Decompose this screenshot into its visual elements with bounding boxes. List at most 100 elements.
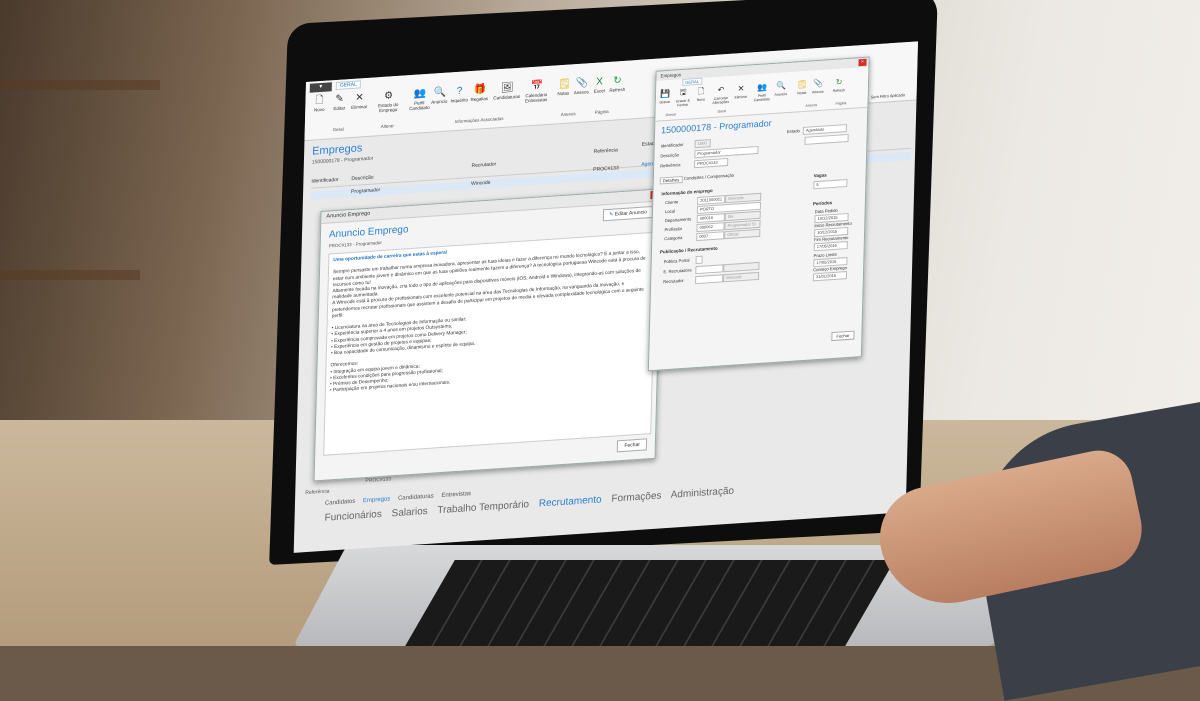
module-salarios[interactable]: Salarios bbox=[391, 506, 427, 519]
announce-button[interactable]: 🔍 Anúncio bbox=[429, 86, 449, 105]
estado-select[interactable]: Agendado bbox=[802, 124, 847, 136]
announce-icon: 🔍 bbox=[433, 86, 447, 99]
applications-button[interactable]: 🖼 Candidaturas bbox=[493, 82, 520, 100]
delete-button[interactable]: ✕ Eliminar bbox=[349, 92, 369, 110]
descricao-label: Descrição bbox=[660, 152, 680, 159]
gift-button[interactable]: 🎁 Regalias bbox=[469, 84, 489, 102]
close-dialog-button[interactable]: Fechar bbox=[831, 330, 855, 342]
nav-empregos[interactable]: Empregos bbox=[363, 496, 391, 504]
survey-button[interactable]: ? Inquérito bbox=[449, 85, 469, 104]
recrutadora-name-field bbox=[723, 261, 760, 273]
announce-icon: 🔍 bbox=[775, 81, 787, 91]
column-header[interactable]: Descrição bbox=[351, 175, 373, 182]
edit-icon: ✎ bbox=[335, 93, 344, 106]
module-recrutamento[interactable]: Recrutamento bbox=[539, 494, 602, 509]
profile-button[interactable]: 👥 Perfil Candidato bbox=[409, 88, 430, 111]
save-close-icon: 🖫 bbox=[679, 87, 687, 98]
cancel-changes-button[interactable]: ↶ Cancelar Alterações bbox=[710, 84, 733, 105]
close-button[interactable]: × bbox=[858, 58, 867, 67]
attach-icon: 📎 bbox=[812, 78, 824, 89]
profile-icon: 👥 bbox=[413, 87, 427, 100]
tab-detalhes[interactable]: Detalhes bbox=[659, 175, 683, 185]
fim-field[interactable]: 17/05/2016 bbox=[813, 241, 848, 252]
refresh-button[interactable]: ↻ Refresh bbox=[830, 76, 848, 93]
delete-button[interactable]: ✕ Eliminar bbox=[732, 82, 750, 100]
publica-label: Pública Portal bbox=[663, 257, 690, 265]
cell-recruiter: Wincode bbox=[470, 179, 491, 188]
new-doc-icon: 🗋 bbox=[315, 94, 324, 107]
save-button[interactable]: 💾 Gravar bbox=[656, 88, 674, 105]
detail-heading: 1500000178 - Programador bbox=[660, 118, 772, 136]
status-button[interactable]: ⚙ Estado do Emprego bbox=[375, 90, 402, 114]
cliente-label: Cliente bbox=[665, 199, 679, 206]
group-label: Geral bbox=[717, 109, 727, 114]
column-header[interactable]: Referência bbox=[594, 147, 618, 155]
column-header[interactable]: Recrutador bbox=[471, 161, 496, 169]
attach-button[interactable]: 📎 Anexos bbox=[810, 77, 826, 95]
categoria-code-field[interactable]: 0007 bbox=[696, 231, 725, 242]
applications-icon: 🖼 bbox=[500, 82, 514, 95]
descricao-field[interactable]: Programador bbox=[694, 145, 759, 159]
survey-icon: ? bbox=[456, 85, 463, 97]
edit-button[interactable]: ✎ Editar bbox=[329, 93, 349, 111]
app-screen: ▾ GERAL 🗋 Novo ✎ Editar ✕ Eliminar ⚙ Estado … bbox=[293, 41, 918, 553]
vagas-field[interactable]: 5 bbox=[813, 179, 848, 190]
profile-button[interactable]: 👥 Perfil Candidato bbox=[752, 81, 773, 102]
calendar-button[interactable]: 📅 Calendário Entrevistas bbox=[523, 80, 550, 104]
announce-button[interactable]: 🔍 Anúncio bbox=[772, 80, 790, 97]
vagas-label: Vagas bbox=[813, 172, 827, 179]
publica-checkbox[interactable] bbox=[695, 255, 703, 265]
app-menu-button[interactable]: ▾ bbox=[309, 82, 332, 93]
group-label: Informações Associadas bbox=[454, 115, 504, 125]
new-button[interactable]: 🗋 Novo bbox=[309, 94, 329, 113]
profissao-label: Profissão bbox=[664, 226, 683, 233]
edit-announcement-button[interactable]: ✎ Editar Anuncio bbox=[602, 205, 654, 222]
footer-reference-value: PROC#133 bbox=[365, 476, 392, 485]
announcement-text[interactable]: Uma oportunidade de carreira que estás à… bbox=[323, 231, 657, 456]
emprego-detail-dialog: Empregos × GERAL 💾 Gravar 🖫 Gravar & Fecha… bbox=[647, 56, 870, 372]
tab-geral[interactable]: GERAL bbox=[335, 80, 361, 91]
identificador-field[interactable]: 1500 bbox=[694, 139, 711, 149]
identificador-label: Identificador bbox=[660, 141, 684, 149]
dialog-reference: PROC#133 - Programador bbox=[328, 239, 383, 249]
recrutador-code-field[interactable] bbox=[695, 274, 724, 285]
recrutador-label: Recrutador bbox=[663, 277, 684, 285]
group-label: Página bbox=[594, 108, 609, 115]
new-doc-icon: 🗋 bbox=[697, 86, 705, 96]
module-navigation: Funcionários Salarios Trabalho Temporári… bbox=[324, 485, 741, 524]
group-label: Geral bbox=[332, 126, 344, 133]
refresh-icon: ↻ bbox=[613, 75, 622, 87]
comeco-field[interactable]: 31/01/2015 bbox=[812, 271, 848, 282]
delete-icon: ✕ bbox=[737, 83, 745, 94]
anuncio-dialog: Anuncio Emprego × Anuncio Emprego PROC#1… bbox=[313, 188, 663, 482]
categoria-name-field: Oficial bbox=[724, 228, 761, 240]
column-header[interactable]: Identificador bbox=[311, 177, 338, 185]
cell-reference: PROC#133 bbox=[593, 165, 619, 173]
nav-candidaturas[interactable]: Candidaturas bbox=[398, 494, 434, 502]
delete-icon: ✕ bbox=[355, 92, 364, 104]
estado-label: Estado bbox=[786, 128, 800, 135]
save-close-button[interactable]: 🖫 Gravar & Fechar bbox=[674, 86, 693, 108]
estado-extra-field[interactable] bbox=[804, 133, 849, 145]
notes-button[interactable]: 🗒 Notas bbox=[794, 79, 810, 96]
notes-icon: 🗒 bbox=[796, 79, 808, 90]
group-label: Anexos bbox=[805, 103, 818, 108]
nav-candidatos[interactable]: Candidatos bbox=[325, 499, 356, 507]
module-funcionarios[interactable]: Funcionários bbox=[324, 509, 382, 524]
module-administracao[interactable]: Administração bbox=[671, 486, 735, 501]
referencia-field[interactable]: PROC#133 bbox=[694, 157, 729, 169]
module-trabalho-temporario[interactable]: Trabalho Temporário bbox=[437, 499, 529, 516]
new-button[interactable]: 🗋 Novo bbox=[692, 85, 710, 103]
module-formacoes[interactable]: Formações bbox=[611, 490, 661, 504]
tab-geral[interactable]: GERAL bbox=[682, 77, 702, 87]
keyboard[interactable] bbox=[405, 560, 895, 646]
recrutadora-field[interactable] bbox=[695, 264, 724, 275]
section-title: Publicação / Recrutamento bbox=[659, 245, 718, 255]
periodos-label: Períodos bbox=[812, 200, 833, 207]
tab-condicoes[interactable]: Condições / Compensação bbox=[682, 172, 736, 181]
refresh-button[interactable]: ↻ Refresh bbox=[607, 75, 627, 93]
referencia-label: Referência bbox=[660, 162, 681, 169]
page-title: Empregos bbox=[312, 142, 363, 158]
close-dialog-button[interactable]: Fechar bbox=[617, 438, 648, 453]
nav-entrevistas[interactable]: Entrevistas bbox=[441, 491, 471, 499]
